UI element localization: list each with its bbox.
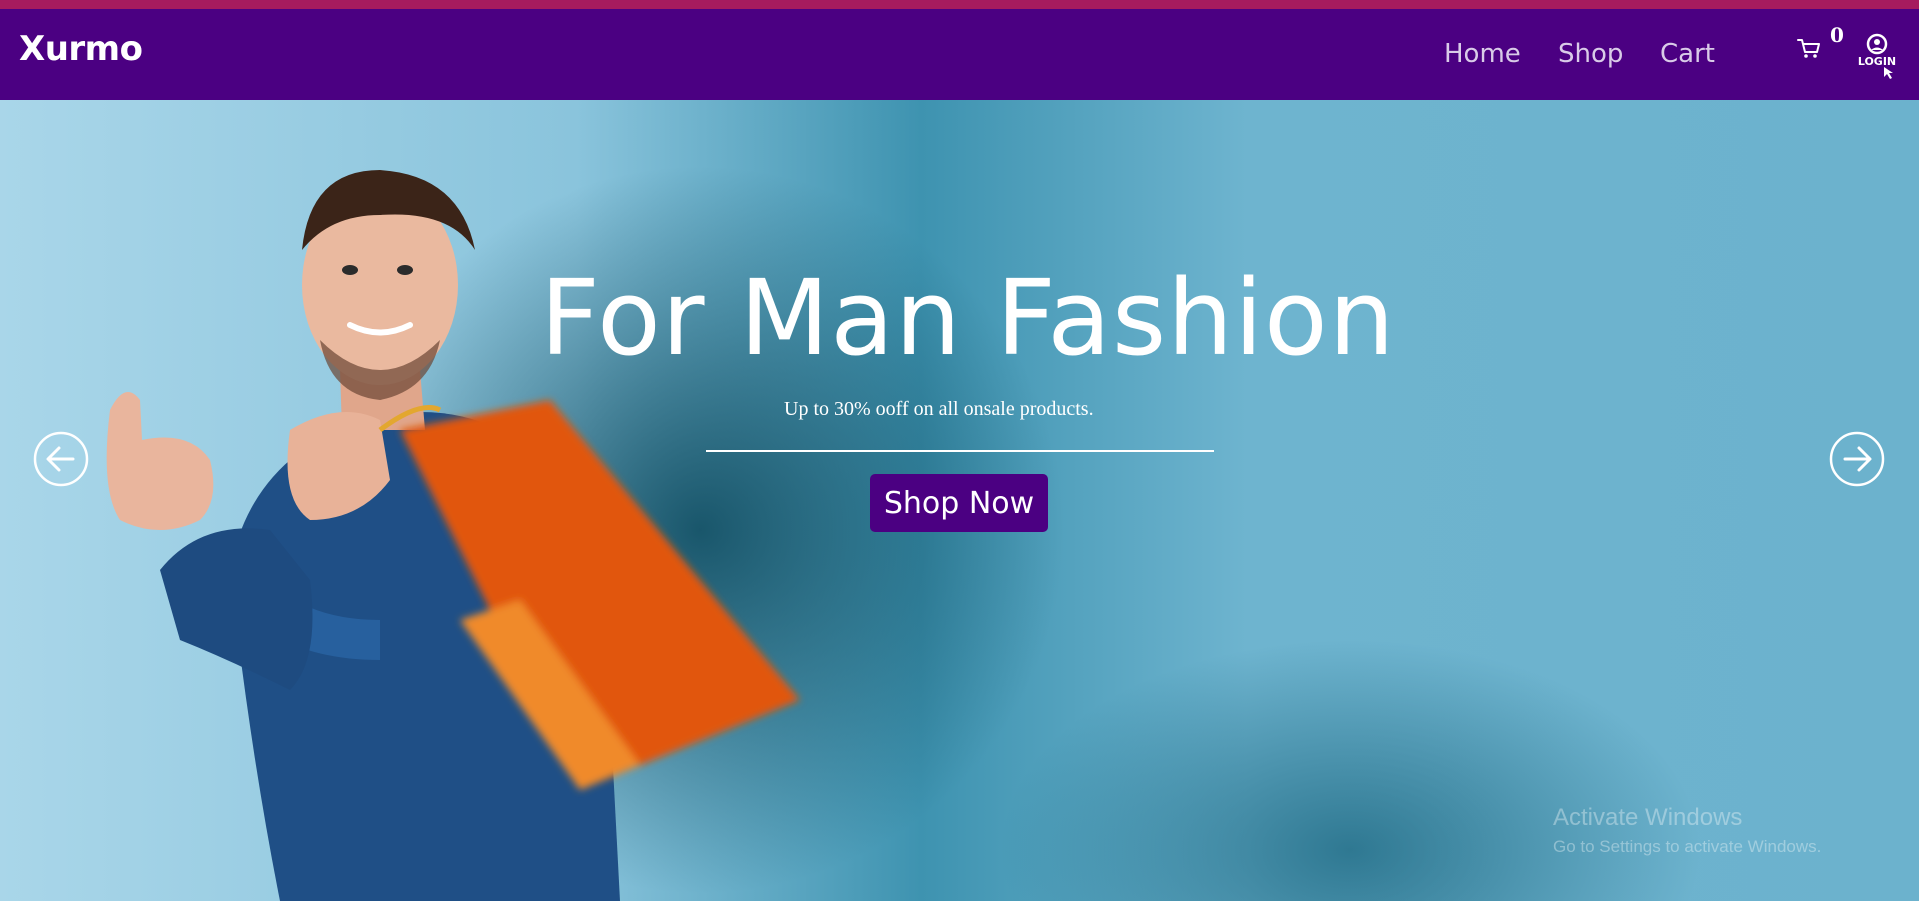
shop-now-button[interactable]: Shop Now <box>870 474 1048 532</box>
top-accent-stripe <box>0 0 1919 9</box>
hero-title: For Man Fashion <box>540 257 1396 379</box>
login-icon[interactable]: LOGIN <box>1852 31 1902 81</box>
cart-count-badge: 0 <box>1830 23 1844 47</box>
brand-logo[interactable]: Xurmo <box>19 29 143 69</box>
nav-link-shop[interactable]: Shop <box>1558 39 1623 69</box>
nav-link-home[interactable]: Home <box>1444 39 1521 69</box>
cart-icon[interactable] <box>1796 36 1822 62</box>
hero-model-image <box>106 170 800 901</box>
nav-link-cart[interactable]: Cart <box>1660 39 1715 69</box>
hero-subtitle: Up to 30% ooff on all onsale products. <box>784 398 1094 420</box>
navbar: Xurmo Home Shop Cart 0 LOGIN <box>0 9 1919 100</box>
windows-watermark-title: Activate Windows <box>1553 804 1743 831</box>
hero-banner: For Man Fashion Up to 30% ooff on all on… <box>0 100 1919 901</box>
windows-watermark-subtitle: Go to Settings to activate Windows. <box>1553 837 1822 856</box>
hero-divider <box>706 450 1214 452</box>
arrow-left-icon[interactable] <box>33 431 89 487</box>
arrow-right-icon[interactable] <box>1829 431 1885 487</box>
login-label: LOGIN <box>1858 55 1896 68</box>
